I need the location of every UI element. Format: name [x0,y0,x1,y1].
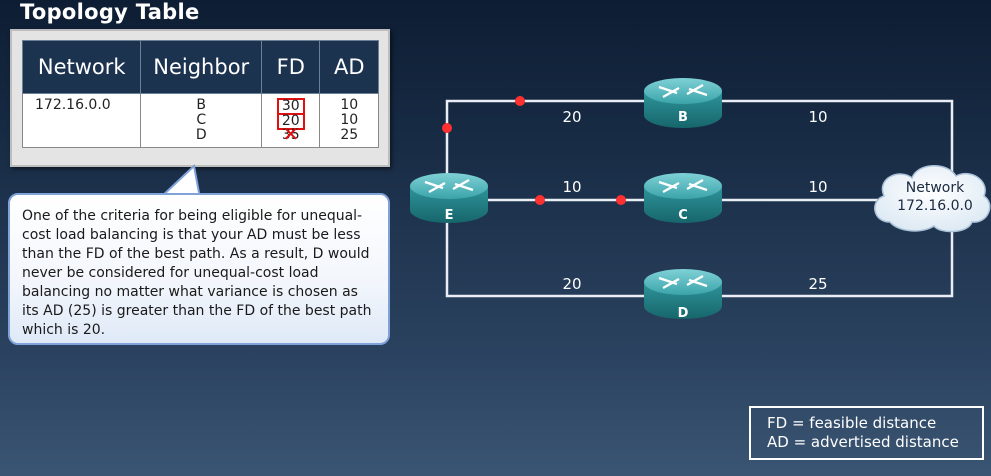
packet-dot [535,195,545,205]
cost-d-network: 25 [808,275,827,293]
cost-c-network: 10 [808,178,827,196]
legend-box: FD = feasible distance AD = advertised d… [749,406,984,460]
packet-dot [515,96,525,106]
router-label-b: B [678,110,688,125]
legend-ad: AD = advertised distance [767,433,959,451]
packet-dot [442,123,452,133]
router-icon: D [644,269,722,321]
router-icon: E [410,173,488,223]
cost-b-network: 10 [808,108,827,126]
router-icon: B [644,78,722,128]
cost-e-c: 10 [562,178,581,196]
cost-e-d: 20 [562,275,581,293]
router-label-c: C [678,208,688,223]
network-cloud-icon: Network 172.16.0.0 [874,165,991,233]
cloud-label-line1: Network [906,180,965,196]
legend-fd: FD = feasible distance [767,414,937,432]
router-label-e: E [445,208,454,223]
network-diagram: 20 10 10 10 20 25 B C D E Network 172.16… [410,78,991,321]
cloud-label-line2: 172.16.0.0 [897,198,973,214]
router-label-d: D [678,306,689,321]
packet-dot [616,195,626,205]
cost-e-b: 20 [562,108,581,126]
router-icon: C [644,173,722,223]
